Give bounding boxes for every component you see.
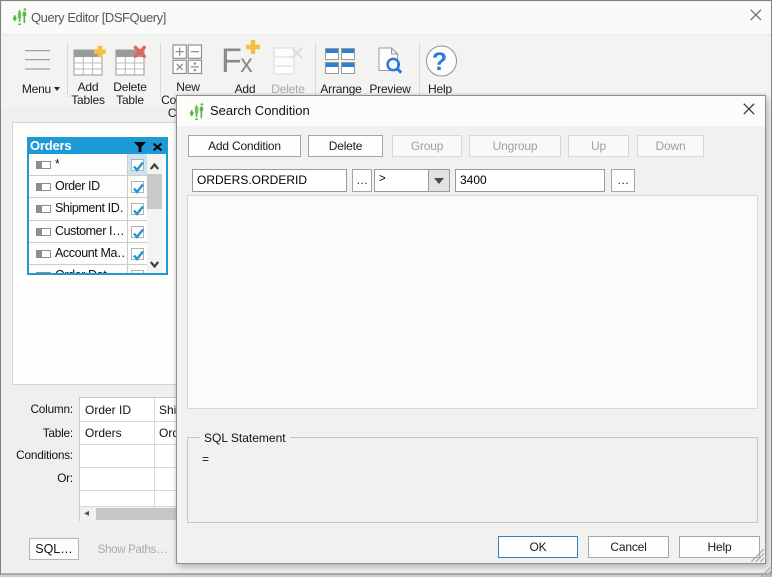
svg-text:?: ? bbox=[432, 48, 447, 76]
